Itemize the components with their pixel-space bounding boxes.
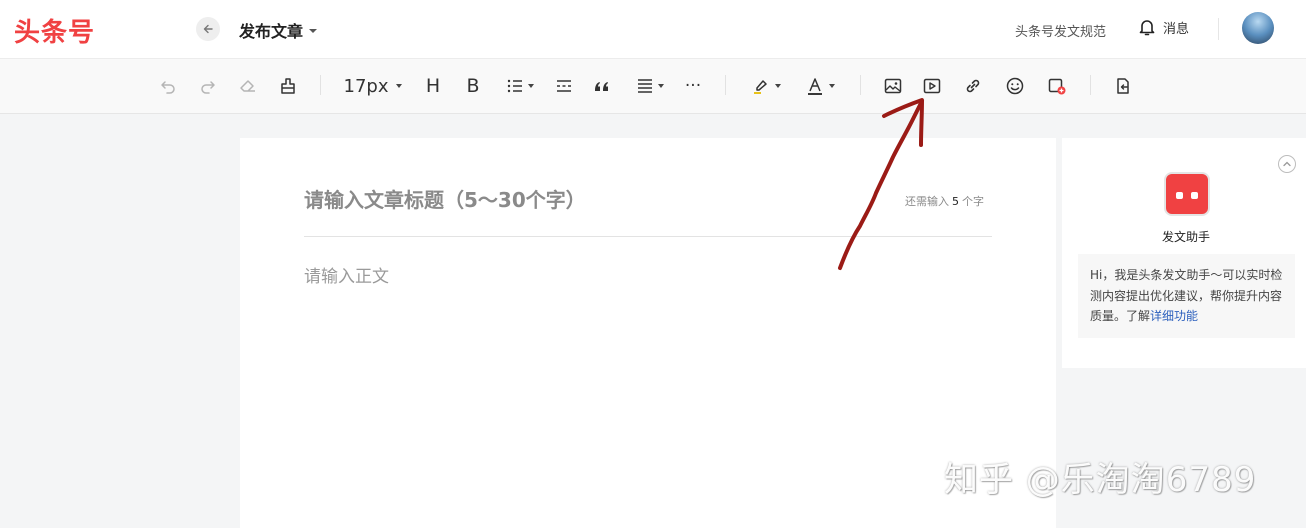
blockquote-button[interactable] xyxy=(590,73,614,99)
toolbar-divider xyxy=(860,75,861,95)
robot-eye xyxy=(1176,192,1183,199)
article-body-input[interactable]: 请输入正文 xyxy=(304,262,389,287)
top-header: 头条号 发布文章 头条号发文规范 消息 xyxy=(0,0,1306,58)
notifications-label: 消息 xyxy=(1163,21,1190,37)
toutiao-logo[interactable]: 头条号 xyxy=(14,12,95,49)
smiley-icon xyxy=(1006,77,1024,95)
insert-video-button[interactable] xyxy=(920,73,944,99)
remaining-count: 5 xyxy=(952,195,959,208)
collapse-assistant-button[interactable] xyxy=(1278,155,1296,173)
horizontal-rule-icon xyxy=(557,80,571,92)
editor-toolbar: 17px H B ··· xyxy=(0,58,1306,114)
notifications-button[interactable]: 消息 xyxy=(1137,17,1189,37)
bold-button[interactable]: B xyxy=(462,73,484,99)
divider-line-button[interactable] xyxy=(552,73,576,99)
page-title: 发布文章 xyxy=(239,22,304,41)
robot-eye xyxy=(1191,192,1198,199)
toolbar-divider xyxy=(320,75,321,95)
title-remaining-counter: 还需输入 5 个字 xyxy=(905,193,984,209)
quote-icon xyxy=(595,82,608,91)
more-button[interactable]: ··· xyxy=(680,73,706,99)
chevron-down-icon xyxy=(309,29,318,33)
chevron-down-icon xyxy=(657,84,664,88)
chevron-down-icon xyxy=(527,84,534,88)
align-icon xyxy=(637,79,652,93)
arrow-left-icon xyxy=(203,24,213,34)
page-title-dropdown[interactable]: 发布文章 xyxy=(239,18,318,42)
highlighter-icon xyxy=(754,80,767,94)
publishing-guidelines-link[interactable]: 头条号发文规范 xyxy=(1015,21,1106,40)
zhihu-watermark: 知乎 @乐淘淘6789 xyxy=(944,460,1257,500)
insert-image-button[interactable] xyxy=(881,73,905,99)
assistant-robot-icon xyxy=(1164,172,1210,216)
chevron-down-icon xyxy=(775,84,781,88)
link-icon xyxy=(966,79,980,93)
toolbar-divider xyxy=(725,75,726,95)
insert-card-button[interactable] xyxy=(1045,73,1069,99)
heading-button[interactable]: H xyxy=(422,73,444,99)
title-divider xyxy=(304,236,992,237)
undo-button[interactable] xyxy=(156,73,180,99)
add-card-icon xyxy=(1048,78,1066,95)
robot-face xyxy=(1172,192,1202,202)
toolbar-divider xyxy=(1090,75,1091,95)
image-icon xyxy=(884,78,902,94)
remaining-suffix: 个字 xyxy=(962,195,984,208)
font-size-value: 17px xyxy=(343,75,389,97)
format-painter-icon xyxy=(281,78,295,94)
clear-format-button[interactable] xyxy=(236,73,260,99)
import-document-icon xyxy=(1117,78,1129,94)
bullet-list-icon xyxy=(507,79,522,93)
chevron-up-icon xyxy=(1283,161,1291,167)
back-button[interactable] xyxy=(196,17,220,41)
assistant-details-link[interactable]: 详细功能 xyxy=(1150,309,1198,323)
redo-button[interactable] xyxy=(196,73,220,99)
header-divider xyxy=(1218,18,1219,40)
undo-icon xyxy=(161,81,175,94)
format-painter-button[interactable] xyxy=(276,73,300,99)
assistant-message: Hi，我是头条发文助手～可以实时检测内容提出优化建议，帮你提升内容质量。了解详细… xyxy=(1078,254,1295,338)
article-editor: 请输入文章标题（5～30个字） 还需输入 5 个字 请输入正文 xyxy=(240,138,1056,528)
chevron-down-icon xyxy=(396,84,403,88)
assistant-name: 发文助手 xyxy=(1162,230,1211,244)
video-icon xyxy=(923,78,941,94)
font-size-select[interactable]: 17px xyxy=(342,73,404,99)
font-color-button[interactable] xyxy=(802,73,838,99)
bell-icon xyxy=(1139,20,1155,36)
eraser-icon xyxy=(240,80,255,92)
chevron-down-icon xyxy=(829,84,835,88)
remaining-prefix: 还需输入 xyxy=(905,195,949,208)
align-dropdown-button[interactable] xyxy=(632,73,666,99)
list-dropdown-button[interactable] xyxy=(502,73,536,99)
insert-link-button[interactable] xyxy=(961,73,985,99)
highlight-color-button[interactable] xyxy=(748,73,784,99)
article-title-input[interactable]: 请输入文章标题（5～30个字） xyxy=(304,184,586,213)
font-color-icon xyxy=(808,78,822,95)
redo-icon xyxy=(201,81,215,94)
insert-emoji-button[interactable] xyxy=(1003,73,1027,99)
import-document-button[interactable] xyxy=(1111,73,1135,99)
user-avatar[interactable] xyxy=(1242,12,1274,44)
